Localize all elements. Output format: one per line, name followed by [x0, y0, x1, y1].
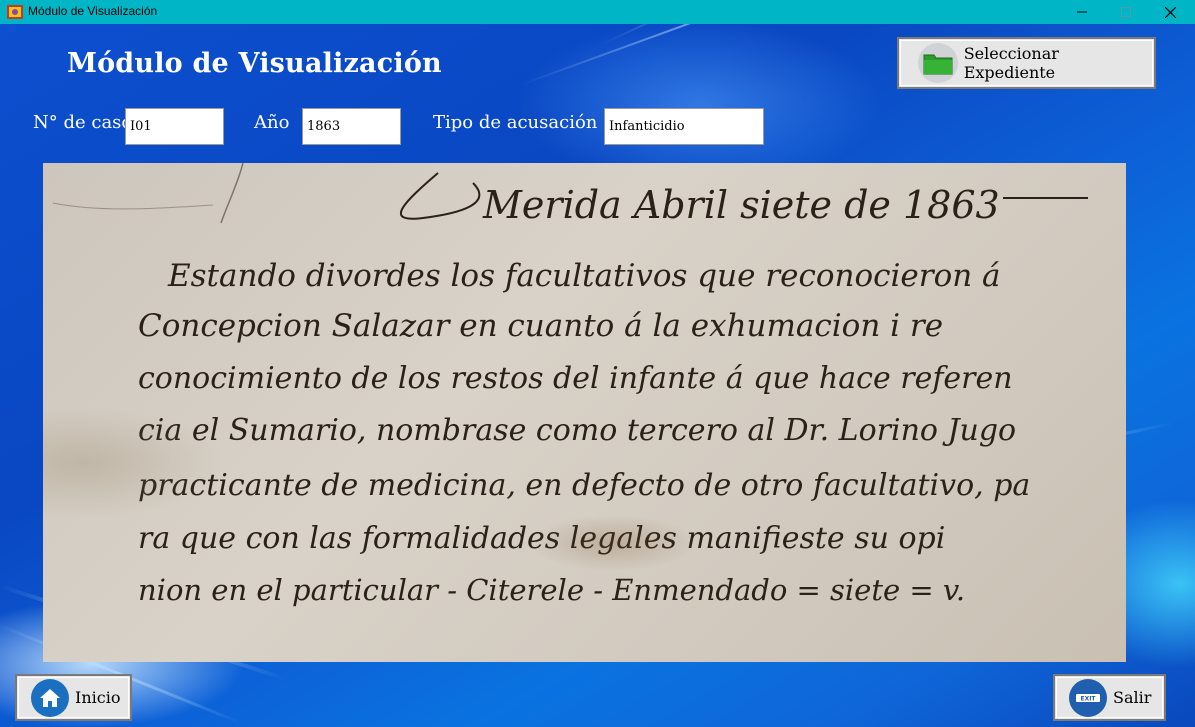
- folder-icon-wrap: [918, 43, 958, 83]
- home-button[interactable]: Inicio: [15, 674, 132, 721]
- year-field[interactable]: 1863: [302, 108, 401, 145]
- manuscript-line: ra que con las formalidades legales mani…: [138, 521, 946, 556]
- manuscript-line: Concepcion Salazar en cuanto á la exhuma…: [138, 308, 944, 344]
- close-icon: [1164, 6, 1176, 18]
- manuscript-line: conocimiento de los restos del infante á…: [138, 361, 1013, 396]
- exit-icon-text: EXIT: [1080, 695, 1096, 702]
- manuscript-line: cia el Sumario, nombrase como tercero al…: [138, 413, 1017, 448]
- exit-icon: EXIT: [1076, 693, 1100, 702]
- manuscript-line: nion en el particular - Citerele - Enmen…: [138, 573, 966, 607]
- case-number-field[interactable]: I01: [125, 108, 224, 145]
- exit-label: Salir: [1113, 688, 1152, 707]
- year-label: Año: [254, 112, 290, 133]
- title-bar: Módulo de Visualización: [0, 0, 1195, 24]
- maximize-button[interactable]: [1103, 0, 1149, 24]
- app-icon: [7, 5, 23, 19]
- close-button[interactable]: [1147, 0, 1193, 24]
- manuscript-line: Merida Abril siete de 1863: [483, 183, 1000, 227]
- exit-icon-wrap: EXIT: [1069, 678, 1107, 717]
- manuscript-line: Estando divordes los facultativos que re…: [168, 258, 1001, 294]
- home-label: Inicio: [75, 688, 121, 707]
- select-file-button[interactable]: Seleccionar Expediente: [897, 37, 1156, 89]
- minimize-icon: [1077, 11, 1087, 13]
- home-icon: [40, 688, 60, 707]
- accusation-type-field[interactable]: Infanticidio: [604, 108, 764, 145]
- accusation-type-label: Tipo de acusación: [433, 112, 598, 133]
- folder-icon: [923, 54, 953, 75]
- page-title: Módulo de Visualización: [67, 48, 442, 79]
- home-icon-wrap: [31, 678, 69, 717]
- manuscript-image: Merida Abril siete de 1863 Estando divor…: [43, 163, 1126, 662]
- case-number-label: N° de caso: [33, 112, 133, 133]
- select-file-label: Seleccionar Expediente: [963, 44, 1059, 82]
- manuscript-flourishes: [52, 163, 1088, 224]
- maximize-icon: [1121, 7, 1131, 17]
- manuscript-line: practicante de medicina, en defecto de o…: [138, 468, 1031, 503]
- exit-button[interactable]: EXIT Salir: [1053, 674, 1166, 721]
- minimize-button[interactable]: [1059, 0, 1105, 24]
- window-title: Módulo de Visualización: [28, 4, 158, 18]
